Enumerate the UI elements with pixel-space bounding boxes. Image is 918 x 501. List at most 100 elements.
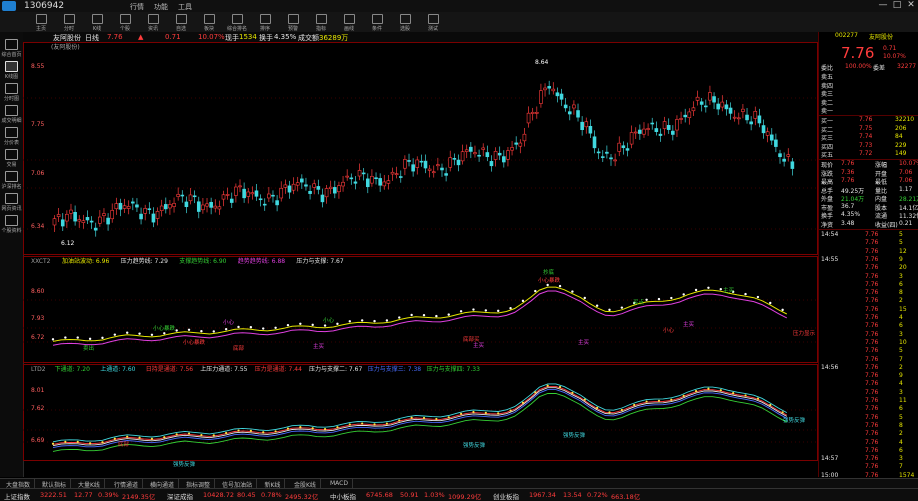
tick-time: 14:55 — [821, 255, 839, 263]
candle-body — [155, 211, 160, 219]
indicator1-signal-tag: 底部买 — [463, 335, 480, 343]
indicator1-signal-tag: 买点 — [633, 298, 645, 306]
bid-row: 买一 7.76 32210 — [821, 116, 917, 125]
indicator2-dot — [286, 427, 290, 430]
menu-item-quotes[interactable]: 行情 — [130, 2, 144, 12]
indicator1-dot — [336, 322, 339, 326]
toolbar-button-12[interactable]: 条件 — [364, 13, 390, 32]
indicator2-dot — [138, 436, 141, 439]
candle-body — [625, 148, 630, 151]
bid-label: 买五 — [821, 152, 834, 159]
candle-body — [328, 186, 333, 190]
tick-price: 7.76 — [865, 413, 879, 421]
candle-body — [176, 194, 180, 197]
bid-price: 7.74 — [859, 133, 873, 140]
indicator1-signal-tag: 主买 — [473, 341, 485, 349]
toolbar-button-9[interactable]: 预警 — [280, 13, 306, 32]
sidebar-item-7[interactable]: 网页资讯 — [1, 192, 22, 212]
sidebar-label: 分价表 — [3, 140, 19, 146]
sidebar-icon — [5, 171, 18, 182]
sidebar-item-6[interactable]: 沪深排名 — [1, 170, 22, 190]
indicator1-axis-label: 7.93 — [31, 315, 45, 322]
tick-row: 7.76 3 — [821, 273, 917, 281]
candle-body — [629, 132, 634, 145]
stat-label: 收益(四) — [875, 221, 898, 229]
indicator1-dot — [595, 304, 599, 307]
indicator2-dot — [200, 433, 203, 437]
candle-body — [184, 201, 189, 208]
sidebar-item-0[interactable]: 综合首页 — [1, 38, 22, 58]
toolbar-button-14[interactable]: 测试 — [420, 13, 446, 32]
sidebar-icon — [5, 127, 18, 138]
toolbar-button-13[interactable]: 选股 — [392, 13, 418, 32]
menu-item-tools[interactable]: 工具 — [178, 2, 192, 12]
candle-body — [159, 205, 164, 211]
indicator1-signal-tag: 小心 — [223, 318, 235, 326]
candle-body — [638, 129, 642, 134]
sidebar-item-8[interactable]: 个股资料 — [1, 214, 22, 234]
candle-body — [365, 178, 370, 188]
toolbar-button-8[interactable]: 排序 — [252, 13, 278, 32]
toolbar-button-7[interactable]: 综合排名 — [224, 13, 250, 32]
tick-time: 14:57 — [821, 455, 839, 463]
indicator2-dot — [484, 411, 487, 414]
candle-body — [782, 158, 786, 162]
toolbar-button-11[interactable]: 画线 — [336, 13, 362, 32]
indicator2-dot — [348, 423, 351, 426]
stat-value: 7.06 — [899, 177, 913, 184]
candle-body — [118, 202, 123, 210]
indicator1-dot — [187, 328, 191, 331]
indicator1-signal-tag: 主买 — [313, 342, 325, 350]
tick-row: 7.76 3 — [821, 331, 917, 339]
minimize-button[interactable]: — — [876, 0, 890, 11]
indicator1-legend-item: XXCT2 — [31, 258, 51, 265]
indicator1-dot — [200, 329, 203, 333]
candle-body — [114, 203, 119, 210]
index-status-bar: 上证指数 3222.51 12.77 0.39% 2149.35亿 深证成指 10428.7… — [0, 488, 918, 501]
indicator1-dot — [670, 296, 673, 300]
toolbar-button-1[interactable]: 分时 — [56, 13, 82, 32]
close-button[interactable]: ✕ — [904, 0, 918, 11]
toolbar-button-4[interactable]: 资讯 — [140, 13, 166, 32]
menu-item-functions[interactable]: 功能 — [154, 2, 168, 12]
sidebar-item-1[interactable]: K线图 — [1, 60, 22, 80]
toolbar-button-10[interactable]: 指标 — [308, 13, 334, 32]
sidebar-item-2[interactable]: 分时图 — [1, 82, 22, 102]
candle-body — [605, 151, 609, 154]
indicator1-dot — [472, 308, 475, 311]
candle-body — [712, 96, 716, 103]
toolbar-button-6[interactable]: 板块 — [196, 13, 222, 32]
indicator1-legend-item: 压力趋势线: 7.29 — [121, 257, 168, 265]
bid-volume: 229 — [895, 141, 907, 149]
candle-body — [320, 194, 325, 203]
toolbar-button-5[interactable]: 自选 — [168, 13, 194, 32]
indicator2-dot — [64, 440, 67, 443]
sidebar-icon — [5, 193, 18, 204]
stat-row: 净资 3.48 收益(四) 0.21 — [821, 220, 917, 229]
ask-row: 卖一 — [821, 106, 917, 115]
panel-change: 0.71 — [883, 45, 897, 52]
candle-body — [238, 185, 242, 188]
indicator2-dot — [769, 403, 772, 407]
indicator2-legend-item: 日持是通道: 7.56 — [146, 365, 193, 373]
indicator2-dot — [237, 429, 240, 432]
tick-volume: 7 — [899, 355, 903, 363]
indicator1-dot — [645, 298, 648, 301]
toolbar-button-3[interactable]: 个股 — [112, 13, 138, 32]
tick-price: 7.76 — [865, 280, 879, 288]
sidebar-item-4[interactable]: 分价表 — [1, 126, 22, 146]
maximize-button[interactable]: □ — [890, 0, 904, 11]
indicator2-dot — [521, 401, 525, 404]
candle-body — [382, 181, 387, 187]
chart-area[interactable]: XXCT2 加油站波动: 6.96 压力趋势线: 7.29 支撑趋势线: 6.90 趋势… — [23, 42, 818, 468]
indicator1-legend-item: 加油站波动: 6.96 — [62, 257, 109, 265]
candle-body — [122, 205, 127, 209]
tick-row: 7.76 15 — [821, 306, 917, 314]
sidebar-item-5[interactable]: 交易 — [1, 148, 22, 168]
sidebar-item-3[interactable]: 成交明细 — [1, 104, 22, 124]
toolbar-button-2[interactable]: K线 — [84, 13, 110, 32]
candlestick-series — [52, 80, 795, 237]
candle-body — [699, 101, 704, 105]
tick-price: 7.76 — [865, 355, 879, 363]
toolbar-button-0[interactable]: 主页 — [28, 13, 54, 32]
